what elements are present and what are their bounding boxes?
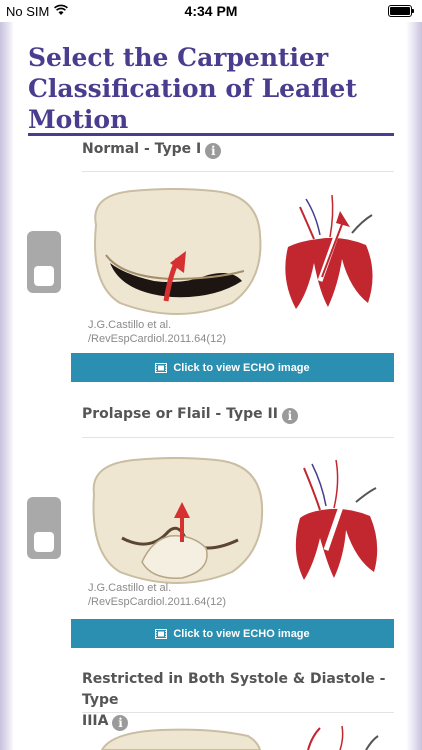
view-echo-button-type-2[interactable]: Click to view ECHO image xyxy=(71,619,394,648)
view-echo-button-label: Click to view ECHO image xyxy=(173,361,310,374)
restricted-valve-illustration xyxy=(100,725,379,750)
page-title: Select the Carpentier Classification of … xyxy=(28,43,357,134)
option-heading-type-1: Normal - Type Ii xyxy=(82,139,394,160)
select-type-2-toggle[interactable] xyxy=(27,497,61,559)
image-credit: J.G.Castillo et al. /RevEspCardiol.2011.… xyxy=(88,582,226,608)
option-heading-type-3a: Restricted in Both Systole & Diastole - … xyxy=(82,669,394,732)
image-credit: J.G.Castillo et al. /RevEspCardiol.2011.… xyxy=(88,319,226,345)
title-divider xyxy=(28,133,394,136)
film-icon xyxy=(155,362,168,373)
option-heading-label: Normal - Type I xyxy=(82,141,202,157)
clock: 4:34 PM xyxy=(184,3,238,19)
option-heading-label: Restricted in Both Systole & Diastole - … xyxy=(82,671,386,708)
status-bar: No SIM 4:34 PM xyxy=(0,0,422,22)
heading-divider xyxy=(82,171,394,172)
heading-divider xyxy=(82,712,394,713)
select-type-1-toggle[interactable] xyxy=(27,231,61,293)
option-heading-label: Prolapse or Flail - Type II xyxy=(82,406,278,422)
film-icon xyxy=(155,628,168,639)
option-heading-type-2: Prolapse or Flail - Type II i xyxy=(82,404,394,425)
view-echo-button-type-1[interactable]: Click to view ECHO image xyxy=(71,353,394,382)
info-icon[interactable]: i xyxy=(205,143,222,159)
heading-divider xyxy=(82,437,394,438)
toggle-knob xyxy=(34,266,54,286)
view-echo-button-label: Click to view ECHO image xyxy=(173,627,310,640)
battery-icon xyxy=(388,5,414,17)
info-icon[interactable]: i xyxy=(281,408,298,424)
toggle-knob xyxy=(34,532,54,552)
